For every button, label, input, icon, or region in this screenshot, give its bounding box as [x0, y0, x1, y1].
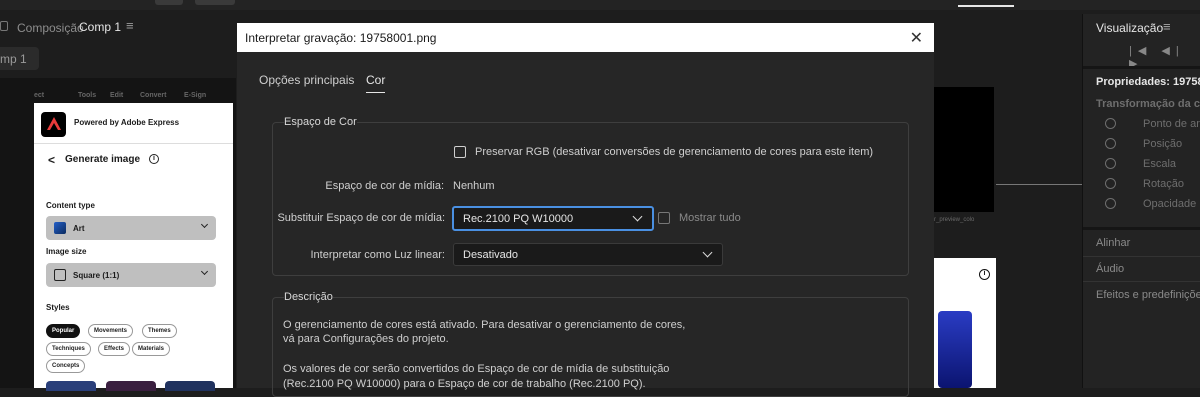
stopwatch-icon[interactable] [1105, 198, 1116, 209]
express-menubar: ect Tools Edit Convert E-Sign [34, 92, 234, 102]
description-line: O gerenciamento de cores está ativado. P… [283, 319, 686, 331]
active-workspace-indicator [958, 5, 1014, 7]
image-size-value: Square (1:1) [73, 271, 120, 280]
effects-presets-section[interactable]: Efeitos e predefinições [1096, 289, 1200, 301]
stopwatch-icon[interactable] [1105, 138, 1116, 149]
align-section[interactable]: Alinhar [1096, 237, 1130, 249]
menubar-item[interactable]: ect [34, 92, 44, 99]
lock-icon[interactable] [0, 21, 8, 31]
divider [1083, 256, 1200, 257]
image-size-select[interactable]: Square (1:1) [46, 263, 216, 287]
stopwatch-icon[interactable] [1105, 118, 1116, 129]
composition-name[interactable]: Comp 1 [79, 20, 121, 34]
override-color-space-dropdown[interactable]: Rec.2100 PQ W10000 [452, 206, 654, 231]
divider [1083, 66, 1200, 69]
adobe-express-panel: Powered by Adobe Express < Generate imag… [34, 103, 233, 391]
chevron-down-icon [200, 267, 209, 276]
back-icon[interactable]: < [48, 153, 55, 167]
override-color-space-value: Rec.2100 PQ W10000 [463, 213, 574, 225]
content-type-label: Content type [46, 201, 95, 210]
show-all-checkbox[interactable] [658, 212, 670, 224]
panel-menu-icon[interactable]: ≡ [126, 18, 134, 33]
description-line: Os valores de cor serão convertidos do E… [283, 363, 670, 375]
menubar-item[interactable]: E-Sign [184, 92, 206, 99]
square-icon [54, 269, 66, 281]
style-chip-movements[interactable]: Movements [88, 324, 134, 338]
audio-section[interactable]: Áudio [1096, 263, 1124, 275]
linear-light-dropdown[interactable]: Desativado [453, 243, 723, 266]
right-panel: Visualização ≡ |◀ ◀| ▶ Propriedades: 197… [1082, 14, 1200, 388]
top-strip [0, 0, 1200, 10]
close-icon[interactable]: ✕ [910, 28, 923, 48]
chevron-down-icon [200, 220, 209, 229]
viewer-partial-text: r_preview_colo [934, 217, 975, 223]
style-thumbnail[interactable] [46, 381, 96, 391]
panel-menu-icon[interactable]: ≡ [1163, 19, 1171, 34]
show-all-label: Mostrar tudo [679, 212, 741, 224]
stopwatch-icon[interactable] [1105, 158, 1116, 169]
style-chip-materials[interactable]: Materials [132, 342, 171, 356]
media-color-space-value: Nenhum [453, 180, 495, 192]
preserve-rgb-label: Preservar RGB (desativar conversões de g… [475, 146, 874, 158]
linear-light-value: Desativado [463, 249, 519, 261]
styles-label: Styles [46, 303, 70, 312]
composition-panel-header: Composição Comp 1 ≡ [0, 14, 236, 40]
menubar-item[interactable]: Convert [140, 92, 166, 99]
style-thumbnail[interactable] [106, 381, 156, 391]
comp-tab[interactable]: mp 1 [0, 47, 39, 70]
transform-section[interactable]: Transformação da ca [1096, 98, 1200, 110]
dialog-titlebar: Interpretar gravação: 19758001.png ✕ [237, 23, 934, 52]
menubar-item[interactable]: Tools [78, 92, 96, 99]
divider [996, 184, 1082, 185]
menubar-item[interactable]: Edit [110, 92, 123, 99]
divider [1083, 281, 1200, 282]
description-line: vá para Configurações do projeto. [283, 333, 449, 345]
content-type-value: Art [73, 224, 85, 233]
override-color-space-label: Substituir Espaço de cor de mídia: [277, 212, 445, 224]
toolbar-tab[interactable] [155, 0, 183, 5]
style-chip-effects[interactable]: Effects [98, 342, 131, 356]
toolbar-tab[interactable] [195, 0, 235, 5]
style-thumbnail[interactable] [165, 381, 215, 391]
chevron-down-icon [702, 247, 713, 258]
description-line: (Rec.2100 PQ W10000) para o Espaço de co… [283, 378, 646, 390]
image-size-label: Image size [46, 247, 87, 256]
style-chip-popular[interactable]: Popular [46, 324, 81, 338]
preview-panel-title[interactable]: Visualização [1096, 21, 1163, 35]
interpret-footage-dialog: Interpretar gravação: 19758001.png ✕ Opç… [237, 23, 934, 397]
viewer-preview-dark: r_preview_colo [934, 87, 994, 223]
tab-color[interactable]: Cor [366, 73, 386, 93]
art-icon [54, 222, 66, 234]
divider [34, 143, 233, 144]
color-space-group-label: Espaço de Cor [284, 116, 357, 128]
content-type-select[interactable]: Art [46, 216, 216, 240]
info-icon[interactable]: i [149, 154, 159, 164]
tab-main-options[interactable]: Opções principais [259, 73, 354, 87]
style-chip-techniques[interactable]: Techniques [46, 342, 91, 356]
divider [1083, 227, 1200, 230]
linear-light-label: Interpretar como Luz linear: [310, 249, 445, 261]
powered-by-label: Powered by Adobe Express [74, 118, 180, 127]
viewer-icons [952, 245, 992, 257]
composition-label: Composição [17, 21, 84, 35]
info-icon[interactable]: i [979, 269, 990, 280]
style-chip-themes[interactable]: Themes [142, 324, 177, 338]
adobe-express-logo-icon [41, 112, 66, 137]
style-chip-concepts[interactable]: Concepts [46, 359, 86, 373]
blue-thumbnail [938, 311, 972, 388]
stopwatch-icon[interactable] [1105, 178, 1116, 189]
generate-image-title: Generate image [65, 154, 141, 165]
viewer-preview-light: i [934, 258, 996, 388]
description-group-label: Descrição [284, 291, 333, 303]
chevron-down-icon [632, 211, 643, 222]
properties-title: Propriedades: 19758 [1096, 76, 1200, 88]
media-color-space-label: Espaço de cor de mídia: [325, 180, 444, 192]
dialog-title: Interpretar gravação: 19758001.png [245, 31, 437, 45]
preserve-rgb-checkbox[interactable] [454, 146, 466, 158]
